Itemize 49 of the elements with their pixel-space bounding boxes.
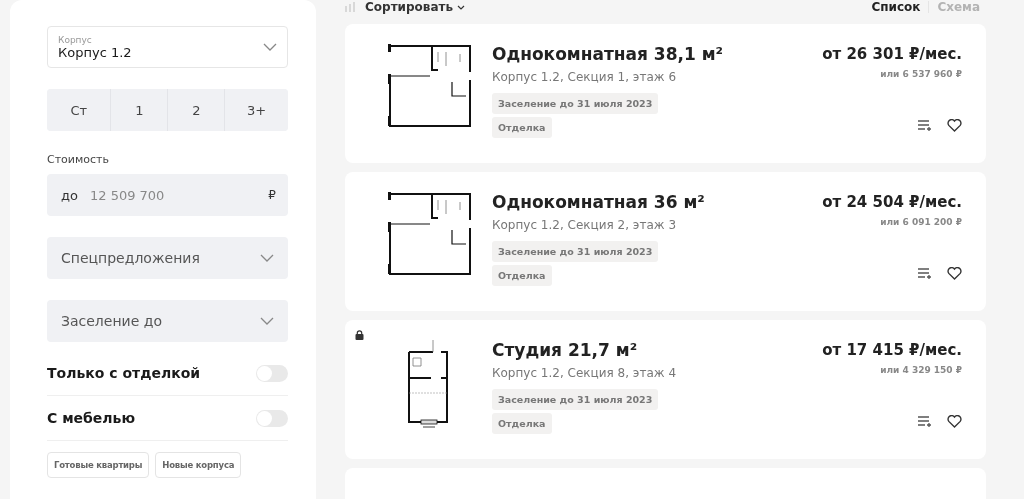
building-select[interactable]: Корпус Корпус 1.2 [47, 26, 288, 68]
filter-chip[interactable]: Новые корпуса [155, 452, 242, 478]
select-label: Корпус [58, 34, 93, 45]
apartment-location: Корпус 1.2, Секция 1, этаж 6 [492, 70, 677, 84]
monthly-price: от 24 504 ₽/мес. [822, 193, 962, 211]
apartment-card[interactable]: Студия 21,7 м² Корпус 1.2, Секция 8, этаж 4 Заселение до 31 июля 2023 Отделка от 17 415 ₽/мес. или 4 329 150 ₽ [345, 320, 986, 459]
apartment-location: Корпус 1.2, Секция 8, этаж 4 [492, 366, 677, 380]
heart-icon[interactable] [947, 119, 962, 132]
apartment-card[interactable]: Однокомнатная 36 м² Корпус 1.2, Секция 2, этаж 3 Заселение до 31 июля 2023 Отделка от 24 504 ₽/мес. или 6 091 200 ₽ [345, 172, 986, 311]
monthly-price: от 17 415 ₽/мес. [822, 341, 962, 359]
price-label: Стоимость [47, 153, 110, 166]
apartment-location: Корпус 1.2, Секция 2, этаж 3 [492, 218, 677, 232]
select-value: Корпус 1.2 [58, 44, 132, 60]
apartment-tag: Заселение до 31 июля 2023 [492, 389, 659, 410]
apartment-tag: Заселение до 31 июля 2023 [492, 241, 659, 262]
total-price: или 4 329 150 ₽ [880, 365, 962, 375]
price-field[interactable]: до 12 509 700 ₽ [47, 174, 288, 216]
heart-icon[interactable] [947, 267, 962, 280]
monthly-price: от 26 301 ₽/мес. [822, 45, 962, 63]
price-prefix: до [61, 187, 78, 203]
total-price: или 6 537 960 ₽ [880, 69, 962, 79]
apartment-tag: Отделка [492, 265, 552, 286]
apartment-title: Студия 21,7 м² [492, 340, 639, 360]
currency-sign: ₽ [268, 188, 276, 202]
filter-chip[interactable]: Готовые квартиры [47, 452, 150, 478]
bars-icon [345, 2, 357, 12]
total-price: или 6 091 200 ₽ [880, 217, 962, 227]
compare-list-icon[interactable] [917, 415, 931, 428]
chevron-down-icon [263, 43, 277, 51]
dropdown[interactable]: Заселение до [47, 300, 288, 342]
apartment-title: Однокомнатная 38,1 м² [492, 44, 725, 64]
apartment-title: Однокомнатная 36 м² [492, 192, 706, 212]
chevron-down-icon [260, 254, 274, 262]
apartment-tag: Отделка [492, 413, 552, 434]
apartment-card[interactable]: Однокомнатная 38,1 м² Корпус 1.2, Секция 1, этаж 6 Заселение до 31 июля 2023 Отделка от 26 301 ₽/мес. или 6 537 960 ₽ [345, 24, 986, 163]
compare-list-icon[interactable] [917, 267, 931, 280]
chevron-down-icon [260, 317, 274, 325]
chevron-down-icon [457, 4, 466, 10]
room-count-button[interactable]: 3+ [224, 89, 288, 131]
view-tab[interactable]: Список [871, 0, 921, 14]
toggle-label: Только с отделкой [47, 365, 201, 381]
dropdown[interactable]: Спецпредложения [47, 237, 288, 279]
sort-button[interactable]: Сортировать [345, 0, 466, 14]
apartment-tag: Отделка [492, 117, 552, 138]
heart-icon[interactable] [947, 415, 962, 428]
apartment-tag: Заселение до 31 июля 2023 [492, 93, 659, 114]
toggle-label: С мебелью [47, 410, 136, 426]
price-input[interactable]: 12 509 700 [87, 186, 269, 204]
compare-list-icon[interactable] [917, 119, 931, 132]
